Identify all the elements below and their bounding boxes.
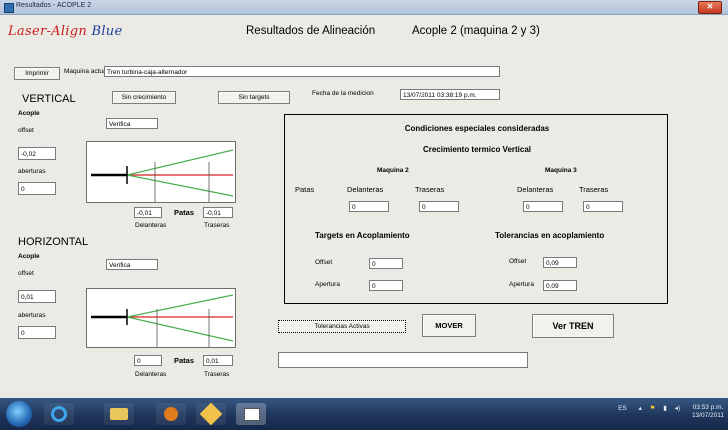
horizontal-alignment-plot bbox=[86, 288, 236, 348]
machine-field[interactable]: Tren turbina-caja-alternador bbox=[104, 66, 500, 77]
v-offset-label: offset bbox=[18, 127, 34, 134]
h-verifica-field[interactable]: Verifica bbox=[106, 259, 158, 270]
v-patas-label: Patas bbox=[174, 208, 195, 217]
vertical-alignment-plot bbox=[86, 141, 236, 203]
h-green-lower bbox=[126, 316, 234, 342]
h-rear-label: Traseras bbox=[204, 371, 230, 378]
machine2-label: Maquina 2 bbox=[377, 167, 409, 174]
media-player-icon[interactable] bbox=[156, 403, 186, 425]
logo-part2: Blue bbox=[91, 24, 123, 39]
patas-label: Patas bbox=[295, 185, 315, 194]
h-front-label: Delanteras bbox=[135, 371, 167, 378]
paint-icon[interactable] bbox=[196, 402, 226, 426]
move-button[interactable]: MOVER bbox=[422, 314, 476, 337]
h-offset-field[interactable]: 0,01 bbox=[18, 290, 56, 303]
v-rear-field[interactable]: -0,01 bbox=[203, 207, 233, 218]
v-aberturas-label: aberturas bbox=[18, 168, 46, 175]
page-subtitle: Acople 2 (maquina 2 y 3) bbox=[412, 25, 540, 37]
m2-front-label: Delanteras bbox=[347, 185, 384, 194]
app-icon bbox=[4, 3, 14, 13]
language-indicator[interactable]: ES bbox=[618, 405, 627, 412]
message-field[interactable] bbox=[278, 352, 528, 368]
growth-title: Crecimiento termico Vertical bbox=[422, 145, 532, 154]
h-aberturas-field[interactable]: 0 bbox=[18, 326, 56, 339]
m2-rear-label: Traseras bbox=[415, 185, 445, 194]
m3-rear-label: Traseras bbox=[579, 185, 609, 194]
v-aberturas-field[interactable]: 0 bbox=[18, 182, 56, 195]
explorer-icon[interactable] bbox=[104, 403, 134, 425]
close-button[interactable]: ✕ bbox=[698, 1, 722, 14]
machine-label: Maquina actual bbox=[64, 68, 109, 75]
special-conditions-panel: Condiciones especiales consideradas Crec… bbox=[284, 114, 668, 304]
m3-rear-field[interactable]: 0 bbox=[583, 201, 623, 212]
tol-apertura-field[interactable]: 0,09 bbox=[543, 280, 577, 291]
logo: Laser-Align Blue bbox=[8, 24, 122, 39]
h-front-field[interactable]: 0 bbox=[134, 355, 162, 366]
app-window-icon[interactable] bbox=[236, 403, 266, 425]
no-growth-button[interactable]: Sin crecimiento bbox=[112, 91, 176, 104]
logo-part1: Laser-Align bbox=[8, 24, 88, 39]
horizontal-title: HORIZONTAL bbox=[18, 236, 89, 248]
v-green-upper bbox=[126, 149, 234, 176]
network-icon[interactable]: ▮ bbox=[663, 405, 667, 412]
start-button[interactable] bbox=[6, 401, 32, 427]
v-front-field[interactable]: -0,01 bbox=[134, 207, 162, 218]
flag-icon[interactable]: ⚑ bbox=[650, 405, 656, 412]
title-bar: Resultados - ACOPLE 2 ✕ bbox=[0, 0, 728, 15]
date-field[interactable]: 13/07/2011 03:38:19 p.m. bbox=[400, 89, 500, 100]
clock-date: 13/07/2011 bbox=[691, 412, 724, 419]
tolerances-active-button[interactable]: Tolerancias Activas bbox=[278, 320, 406, 333]
volume-icon[interactable]: ◂) bbox=[675, 405, 680, 412]
m3-front-field[interactable]: 0 bbox=[523, 201, 563, 212]
vertical-plot-svg bbox=[91, 149, 234, 202]
page-title: Resultados de Alineación bbox=[246, 25, 376, 37]
targets-offset-label: Offset bbox=[315, 259, 333, 266]
v-verifica-field[interactable]: Verifica bbox=[106, 118, 158, 129]
no-targets-button[interactable]: Sin targets bbox=[218, 91, 290, 104]
print-button[interactable]: Imprimir bbox=[14, 67, 60, 80]
tol-offset-field[interactable]: 0,09 bbox=[543, 257, 577, 268]
clock[interactable]: 03:53 p.m. 13/07/2011 bbox=[692, 404, 724, 420]
window-title: Resultados - ACOPLE 2 bbox=[16, 2, 92, 9]
machine3-label: Maquina 3 bbox=[545, 167, 577, 174]
m2-rear-field[interactable]: 0 bbox=[419, 201, 459, 212]
v-acople-label: Acople bbox=[18, 110, 40, 117]
panel-title: Condiciones especiales consideradas bbox=[404, 124, 550, 133]
view-train-button[interactable]: Ver TREN bbox=[532, 314, 614, 338]
h-acople-label: Acople bbox=[18, 253, 40, 260]
date-label: Fecha de la medicion bbox=[312, 90, 374, 97]
vertical-title: VERTICAL bbox=[22, 93, 76, 105]
horizontal-plot-svg bbox=[91, 294, 234, 347]
tolerances-title: Tolerancias en acoplamiento bbox=[495, 231, 605, 240]
h-green-upper bbox=[126, 294, 234, 318]
v-green-lower bbox=[126, 174, 234, 197]
clock-time: 03:53 p.m. bbox=[692, 404, 724, 411]
tray-arrow-icon[interactable]: ▴ bbox=[639, 405, 642, 412]
tol-apertura-label: Apertura bbox=[509, 281, 534, 288]
targets-apertura-label: Apertura bbox=[315, 281, 340, 288]
h-offset-label: offset bbox=[18, 270, 34, 277]
h-patas-label: Patas bbox=[174, 356, 195, 365]
targets-apertura-field[interactable]: 0 bbox=[369, 280, 403, 291]
targets-offset-field[interactable]: 0 bbox=[369, 258, 403, 269]
v-offset-field[interactable]: -0,02 bbox=[18, 147, 56, 160]
h-rear-field[interactable]: 0,01 bbox=[203, 355, 233, 366]
v-front-label: Delanteras bbox=[135, 222, 167, 229]
m3-front-label: Delanteras bbox=[517, 185, 554, 194]
system-tray: ES ▴ ⚑ ▮ ◂) 03:53 p.m. 13/07/2011 bbox=[618, 404, 724, 420]
v-rear-label: Traseras bbox=[204, 222, 230, 229]
ie-icon[interactable] bbox=[44, 403, 74, 425]
taskbar: ES ▴ ⚑ ▮ ◂) 03:53 p.m. 13/07/2011 bbox=[0, 398, 728, 430]
targets-title: Targets en Acoplamiento bbox=[315, 231, 410, 240]
tol-offset-label: Offset bbox=[509, 258, 527, 265]
h-aberturas-label: aberturas bbox=[18, 312, 46, 319]
m2-front-field[interactable]: 0 bbox=[349, 201, 389, 212]
